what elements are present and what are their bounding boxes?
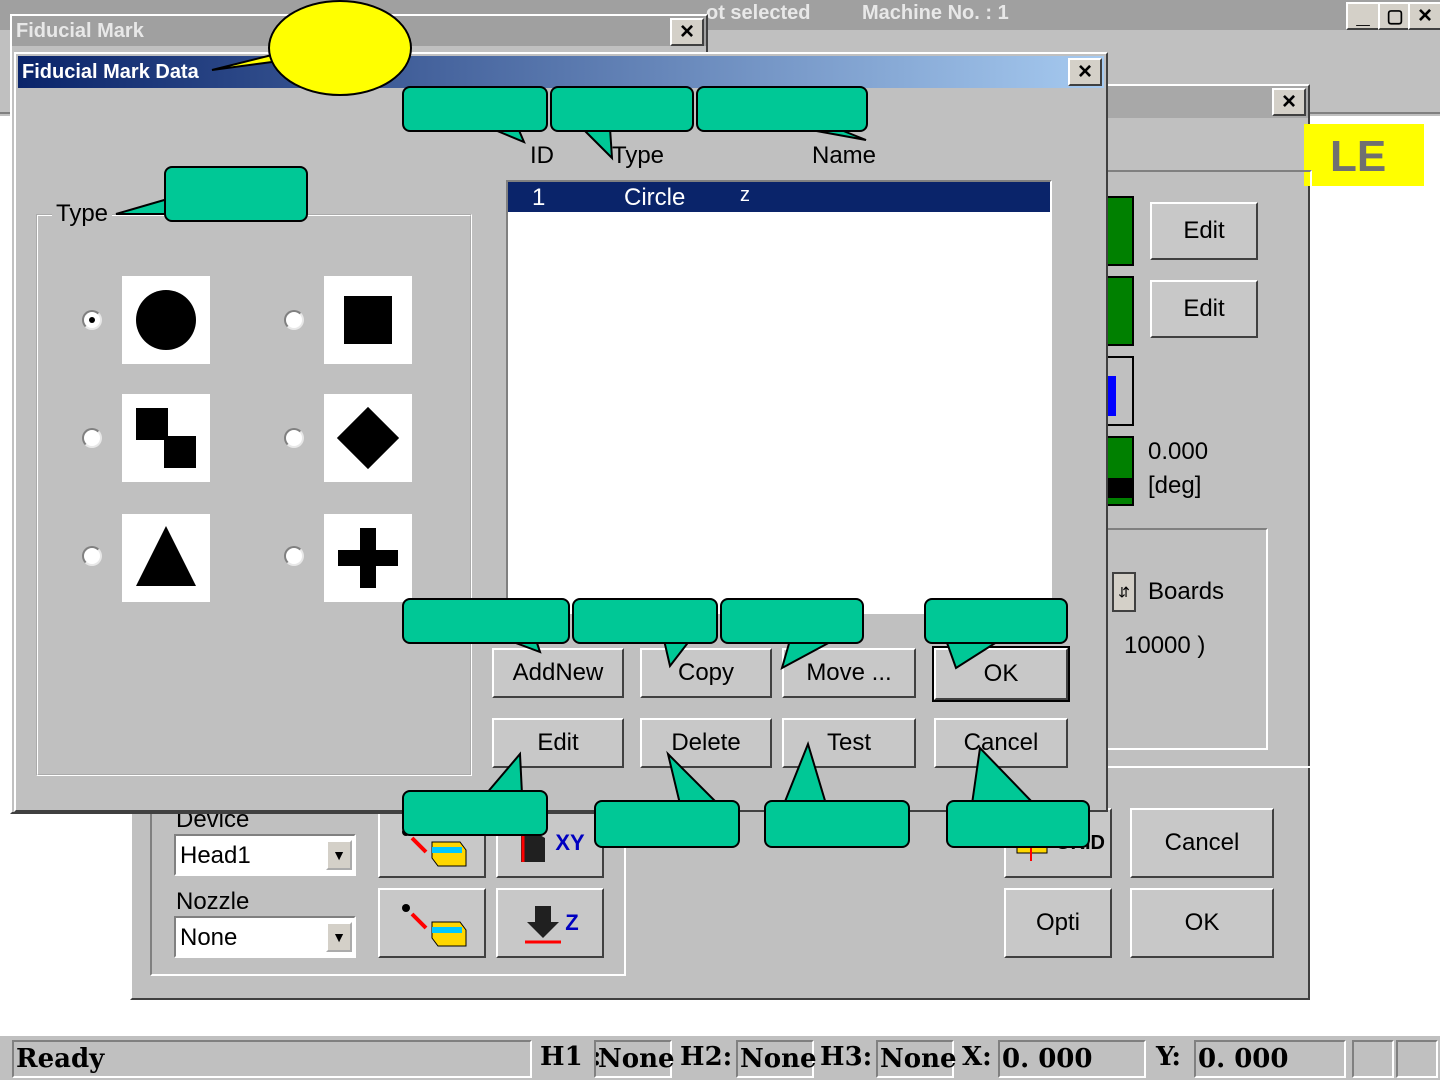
y-value: 0. 000 <box>1198 1044 1289 1074</box>
cancel-callout <box>946 800 1090 848</box>
addnew-callout <box>402 598 570 644</box>
move-callout-tail <box>780 639 835 671</box>
copy-callout <box>572 598 718 644</box>
cancel-callout-tail <box>970 745 1037 805</box>
id-callout <box>402 86 548 132</box>
status-ready-pane: Ready <box>12 1040 532 1078</box>
x-label: X: <box>962 1042 992 1072</box>
type-group-callout <box>164 166 308 222</box>
delete-callout-tail <box>666 750 721 805</box>
status-empty-pane-1 <box>1352 1040 1394 1078</box>
type-callout <box>550 86 694 132</box>
ok-callout-tail <box>944 639 1004 670</box>
edit-callout <box>402 790 548 836</box>
type-callout-tail <box>579 127 614 161</box>
test-callout-tail <box>782 740 828 805</box>
y-label: Y: <box>1156 1042 1181 1072</box>
h1-pane: None <box>594 1040 675 1078</box>
test-callout <box>764 800 910 848</box>
h1-label: H1 : <box>540 1042 602 1072</box>
h2-pane: None <box>736 1040 817 1078</box>
delete-callout <box>594 800 740 848</box>
h2-value: None <box>740 1044 817 1074</box>
move-callout <box>720 598 864 644</box>
h3-label: H3: <box>820 1042 873 1072</box>
h1-value: None <box>598 1044 675 1074</box>
callout-tails <box>115 47 1037 805</box>
y-pane: 0. 000 <box>1194 1040 1346 1078</box>
edit-callout-tail <box>483 751 524 795</box>
ok-callout <box>924 598 1068 644</box>
status-ready: Ready <box>16 1044 105 1074</box>
status-bar: Ready H1 : None H2: None H3: None X: 0. … <box>0 1034 1440 1080</box>
x-value: 0. 000 <box>1002 1044 1093 1074</box>
x-pane: 0. 000 <box>998 1040 1146 1078</box>
name-callout <box>696 86 868 132</box>
h2-label: H2: <box>680 1042 733 1072</box>
status-empty-pane-2 <box>1396 1040 1438 1078</box>
title-callout-ellipse <box>268 0 412 96</box>
h3-pane: None <box>876 1040 957 1078</box>
h3-value: None <box>880 1044 957 1074</box>
